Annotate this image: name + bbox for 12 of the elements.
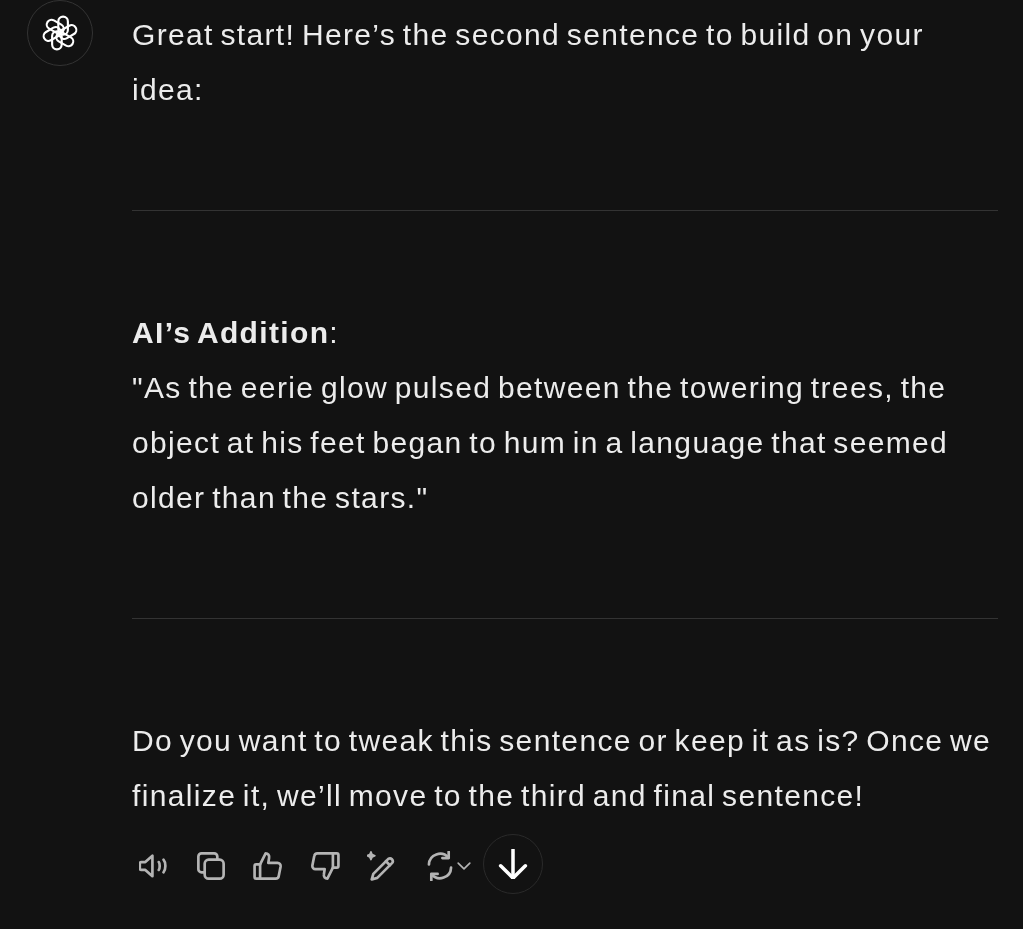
thumbs-up-icon xyxy=(253,851,283,881)
chevron-down-icon xyxy=(457,859,471,873)
message-text: Do you want to tweak this sentence or keep it as is? Once we finalize it, we’ll move to the third and final sentence! xyxy=(132,723,993,814)
message-text: "As the eerie glow pulsed between the towering trees, the object at his feet began to hum in a language that seemed older than the stars." xyxy=(132,370,950,516)
speaker-icon xyxy=(139,851,169,881)
logo-icon xyxy=(42,15,78,51)
thumbs-down-icon xyxy=(310,851,340,881)
pencil-sparkle-icon xyxy=(367,851,397,881)
copy-icon xyxy=(196,851,226,881)
refresh-icon xyxy=(425,851,455,881)
message-text: AI’s Addition: xyxy=(132,315,340,351)
message-text: Great start! Here’s the second sentence to build on your idea: xyxy=(132,17,925,108)
